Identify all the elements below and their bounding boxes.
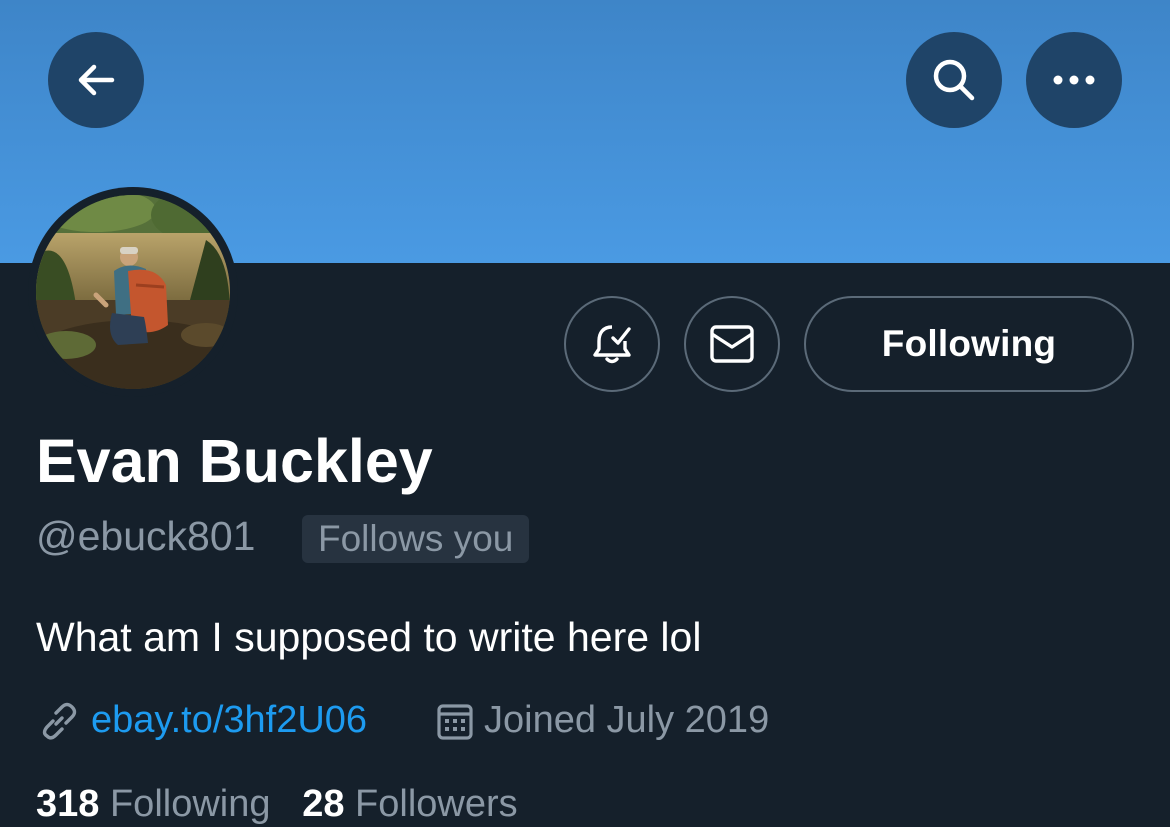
joined-date: Joined July 2019: [484, 699, 770, 741]
search-icon: [933, 59, 975, 101]
avatar[interactable]: [36, 195, 230, 389]
profile-stats: 318 Following 28 Followers: [36, 781, 518, 827]
calendar-icon: [437, 704, 473, 740]
more-dots-icon: [1053, 75, 1095, 85]
follows-you-badge: Follows you: [302, 515, 530, 563]
profile-bio: What am I supposed to write here lol: [36, 614, 702, 660]
profile-link[interactable]: ebay.to/3hf2U06: [91, 697, 367, 743]
following-stat-label: Following: [109, 783, 271, 825]
search-button[interactable]: [906, 32, 1002, 128]
following-button[interactable]: Following: [804, 296, 1134, 392]
more-options-button[interactable]: [1026, 32, 1122, 128]
profile-name: Evan Buckley: [36, 427, 433, 495]
bell-check-icon: [593, 325, 631, 364]
following-count: 318: [36, 783, 100, 825]
following-stat[interactable]: 318 Following: [36, 783, 271, 825]
link-icon: [42, 702, 77, 740]
envelope-icon: [710, 325, 754, 363]
notifications-button[interactable]: [564, 296, 660, 392]
back-button[interactable]: [48, 32, 144, 128]
followers-stat[interactable]: 28 Followers: [302, 783, 517, 825]
message-button[interactable]: [684, 296, 780, 392]
followers-stat-label: Followers: [355, 783, 518, 825]
arrow-left-icon: [78, 64, 115, 96]
profile-handle: @ebuck801: [36, 513, 256, 559]
followers-count: 28: [302, 783, 345, 825]
